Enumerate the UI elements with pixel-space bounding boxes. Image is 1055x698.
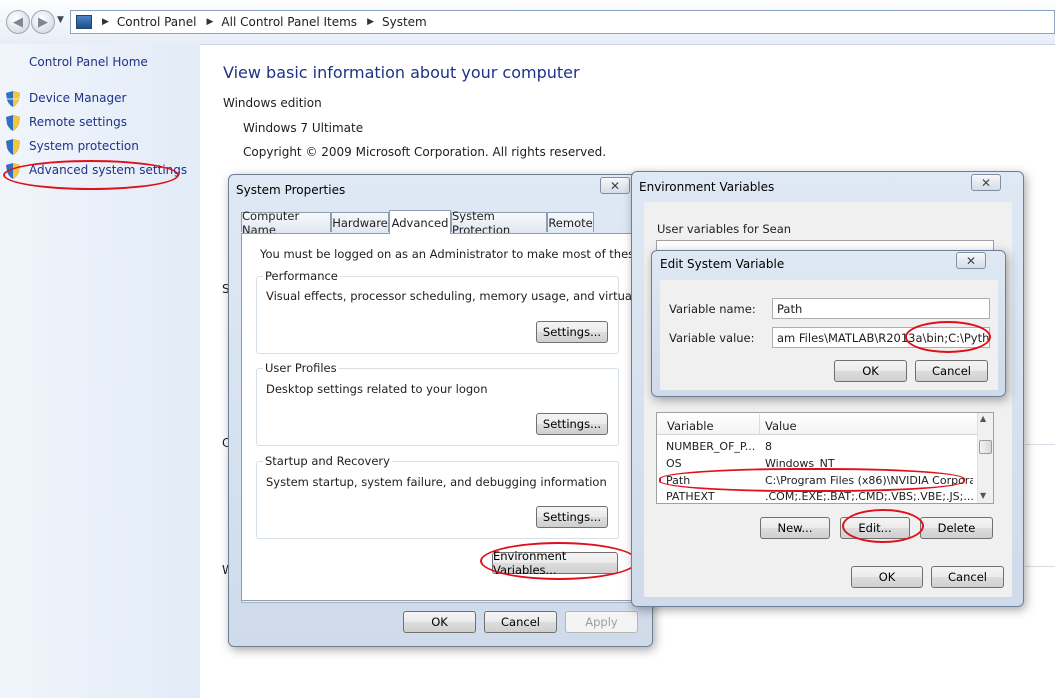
- close-button[interactable]: ✕: [600, 177, 630, 194]
- sidebar-item-control-panel-home[interactable]: Control Panel Home: [29, 55, 148, 69]
- shield-icon: [6, 115, 20, 131]
- cancel-button[interactable]: Cancel: [931, 566, 1004, 588]
- ok-button[interactable]: OK: [834, 360, 907, 382]
- cancel-button[interactable]: Cancel: [484, 611, 557, 633]
- page-title: View basic information about your comput…: [223, 63, 580, 82]
- close-icon: ✕: [609, 178, 621, 193]
- ok-button[interactable]: OK: [403, 611, 476, 633]
- table-row-variable[interactable]: Path: [666, 474, 758, 487]
- dialog-title: Edit System Variable: [660, 257, 785, 271]
- startup-recovery-description: System startup, system failure, and debu…: [266, 475, 607, 489]
- scrollbar-thumb[interactable]: [979, 440, 992, 454]
- section-heading: Windows edition: [223, 96, 322, 110]
- variable-name-label: Variable name:: [669, 302, 756, 316]
- breadcrumb-separator-icon: ▶: [367, 17, 374, 27]
- ok-button[interactable]: OK: [851, 566, 923, 588]
- new-variable-button[interactable]: New...: [760, 517, 830, 539]
- performance-settings-button[interactable]: Settings...: [536, 321, 608, 343]
- breadcrumb-control-panel[interactable]: Control Panel: [117, 15, 197, 29]
- breadcrumb-system[interactable]: System: [382, 15, 427, 29]
- startup-recovery-settings-button[interactable]: Settings...: [536, 506, 608, 528]
- back-arrow-icon: ◀: [13, 14, 23, 30]
- tab-advanced[interactable]: Advanced: [389, 210, 451, 234]
- user-profiles-label: User Profiles: [263, 361, 339, 375]
- forward-arrow-icon: ▶: [38, 14, 48, 30]
- scroll-down-icon[interactable]: ▼: [980, 491, 986, 500]
- breadcrumb-separator-icon: ▶: [102, 17, 109, 27]
- back-button[interactable]: ◀: [6, 10, 30, 34]
- shield-icon: [6, 91, 20, 107]
- dialog-title: System Properties: [236, 183, 346, 197]
- table-row-variable[interactable]: NUMBER_OF_P...: [666, 440, 758, 453]
- user-profiles-description: Desktop settings related to your logon: [266, 382, 488, 396]
- user-variables-label: User variables for Sean: [657, 222, 792, 236]
- delete-variable-button[interactable]: Delete: [920, 517, 993, 539]
- tab-system-protection[interactable]: System Protection: [451, 209, 547, 237]
- close-button[interactable]: ✕: [956, 252, 986, 269]
- startup-recovery-label: Startup and Recovery: [263, 454, 392, 468]
- close-button[interactable]: ✕: [971, 174, 1001, 191]
- apply-button[interactable]: Apply: [565, 611, 638, 633]
- close-icon: ✕: [980, 175, 992, 190]
- navigation-bar: ◀ ▶ ▼ ▶ Control Panel ▶ All Control Pane…: [0, 0, 1055, 45]
- scroll-up-icon[interactable]: ▲: [980, 414, 986, 423]
- variable-value-field[interactable]: am Files\MATLAB\R2013a\bin;C:\Python34: [772, 327, 990, 348]
- tab-remote[interactable]: Remote: [547, 212, 594, 232]
- sidebar: Control Panel Home Device Manager Remote…: [0, 44, 200, 698]
- sidebar-item-remote-settings[interactable]: Remote settings: [29, 115, 127, 129]
- performance-label: Performance: [263, 269, 340, 283]
- user-profiles-settings-button[interactable]: Settings...: [536, 413, 608, 435]
- recent-pages-dropdown-icon[interactable]: ▼: [57, 15, 64, 25]
- forward-button[interactable]: ▶: [31, 10, 55, 34]
- column-divider: [759, 414, 760, 434]
- shield-icon: [6, 163, 20, 179]
- dialog-title: Environment Variables: [639, 180, 775, 194]
- shield-icon: [6, 139, 20, 155]
- environment-variables-button[interactable]: Environment Variables...: [492, 549, 618, 577]
- column-header-value[interactable]: Value: [765, 419, 797, 433]
- table-row-variable[interactable]: PATHEXT: [666, 490, 758, 503]
- divider: [1025, 444, 1055, 445]
- performance-description: Visual effects, processor scheduling, me…: [266, 289, 687, 303]
- column-header-variable[interactable]: Variable: [667, 419, 714, 433]
- edit-variable-button[interactable]: Edit...: [840, 517, 910, 539]
- variable-name-field[interactable]: Path: [772, 298, 990, 319]
- table-row-value[interactable]: 8: [765, 440, 973, 453]
- divider: [1025, 566, 1055, 567]
- cancel-button[interactable]: Cancel: [915, 360, 988, 382]
- close-icon: ✕: [965, 253, 977, 268]
- table-row-value[interactable]: .COM;.EXE;.BAT;.CMD;.VBS;.VBE;.JS;....: [765, 490, 973, 503]
- windows-edition: Windows 7 Ultimate: [243, 121, 364, 135]
- breadcrumb-all-items[interactable]: All Control Panel Items: [221, 15, 357, 29]
- copyright-text: Copyright © 2009 Microsoft Corporation. …: [243, 145, 607, 159]
- table-row-value[interactable]: Windows_NT: [765, 457, 973, 470]
- table-row-value[interactable]: C:\Program Files (x86)\NVIDIA Corpora...: [765, 474, 973, 487]
- list-scrollbar[interactable]: [977, 413, 993, 503]
- tab-hardware[interactable]: Hardware: [331, 212, 389, 232]
- sidebar-item-advanced-system-settings[interactable]: Advanced system settings: [29, 163, 187, 177]
- variable-value-label: Variable value:: [669, 331, 755, 345]
- address-bar[interactable]: ▶ Control Panel ▶ All Control Panel Item…: [70, 10, 1055, 34]
- table-row-variable[interactable]: OS: [666, 457, 758, 470]
- sidebar-item-system-protection[interactable]: System protection: [29, 139, 139, 153]
- tab-computer-name[interactable]: Computer Name: [241, 209, 331, 237]
- sidebar-item-device-manager[interactable]: Device Manager: [29, 91, 126, 105]
- computer-icon: [76, 15, 92, 29]
- breadcrumb-separator-icon: ▶: [206, 17, 214, 27]
